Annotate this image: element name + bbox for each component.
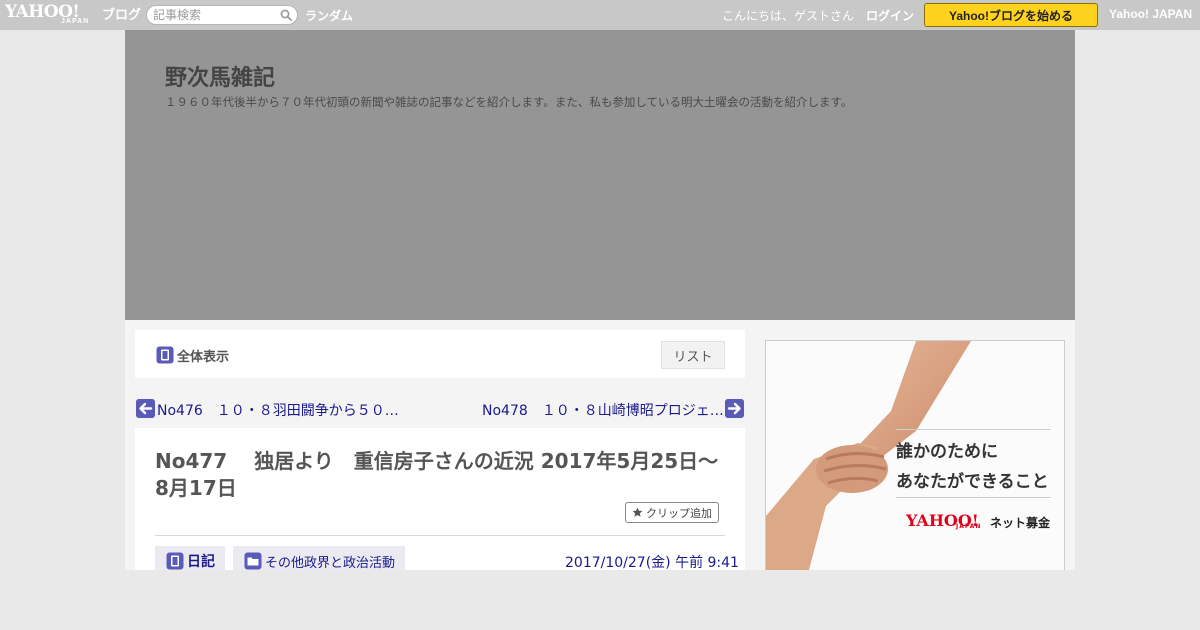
random-link[interactable]: ランダム xyxy=(305,7,353,24)
ad-line-2: あなたができること xyxy=(896,472,1049,492)
star-icon xyxy=(632,507,643,517)
arrow-right-icon[interactable] xyxy=(725,399,744,418)
blog-description: １９６０年代後半から７０年代初頭の新聞や雑誌の記事などを紹介します。また、私も参… xyxy=(165,95,853,109)
ad-rule-top xyxy=(896,429,1051,430)
search-box xyxy=(146,5,298,25)
arrow-left-icon[interactable] xyxy=(136,399,155,418)
global-header: YAHOO! JAPAN ブログ ランダム こんにちは、ゲストさん ログイン Y… xyxy=(0,0,1200,30)
list-button[interactable]: リスト xyxy=(661,341,725,369)
start-blog-button[interactable]: Yahoo!ブログを始める xyxy=(924,3,1098,27)
clip-add-label: クリップ追加 xyxy=(646,507,712,520)
book-icon xyxy=(166,552,184,570)
folder-icon xyxy=(244,552,262,570)
greeting-text: こんにちは、ゲストさん xyxy=(722,9,855,23)
article-navigation: No476 １０・８羽田闘争から５０… No478 １０・８山崎博昭プロジェ… xyxy=(135,398,745,420)
blog-title[interactable]: 野次馬雑記 xyxy=(165,60,275,92)
blog-header: 野次馬雑記 １９６０年代後半から７０年代初頭の新聞や雑誌の記事などを紹介します。… xyxy=(125,30,1075,320)
ad-line-1: 誰かのために xyxy=(896,442,998,462)
book-icon xyxy=(156,346,174,364)
ad-rule-bottom xyxy=(896,497,1051,498)
next-article-link[interactable]: No478 １０・８山崎博昭プロジェ… xyxy=(482,400,724,420)
view-bar: 全体表示 リスト xyxy=(135,330,745,378)
yahoo-logo-sub: JAPAN xyxy=(61,18,90,25)
tag-diary-label: 日記 xyxy=(187,554,215,570)
search-input[interactable] xyxy=(153,7,278,23)
view-all-link[interactable]: 全体表示 xyxy=(177,346,229,365)
prev-article-link[interactable]: No476 １０・８羽田闘争から５０… xyxy=(157,400,399,420)
donation-ad-banner[interactable]: 誰かのために あなたができること YAHOO! JAPAN ネット募金 xyxy=(765,340,1065,580)
search-icon[interactable] xyxy=(280,9,292,21)
tag-category-label: その他政界と政治活動 xyxy=(265,555,396,571)
clip-add-button[interactable]: クリップ追加 xyxy=(625,502,719,523)
article-title: No477 独居より 重信房子さんの近況 2017年5月25日～8月17日 xyxy=(155,449,719,500)
yahoo-japan-link[interactable]: Yahoo! JAPAN xyxy=(1109,7,1192,21)
yahoo-logo[interactable]: YAHOO! JAPAN xyxy=(5,2,100,28)
ad-yahoo-logo-sub: JAPAN xyxy=(956,523,982,530)
login-link[interactable]: ログイン xyxy=(866,7,914,24)
post-date: 2017/10/27(金) 午前 9:41 xyxy=(565,555,739,571)
ad-service-name: ネット募金 xyxy=(990,516,1051,530)
blog-wrapper: 野次馬雑記 １９６０年代後半から７０年代初頭の新聞や雑誌の記事などを紹介します。… xyxy=(125,30,1075,630)
page-bottom-band xyxy=(0,570,1200,630)
article-divider xyxy=(155,535,725,536)
blog-service-label[interactable]: ブログ xyxy=(102,4,141,23)
